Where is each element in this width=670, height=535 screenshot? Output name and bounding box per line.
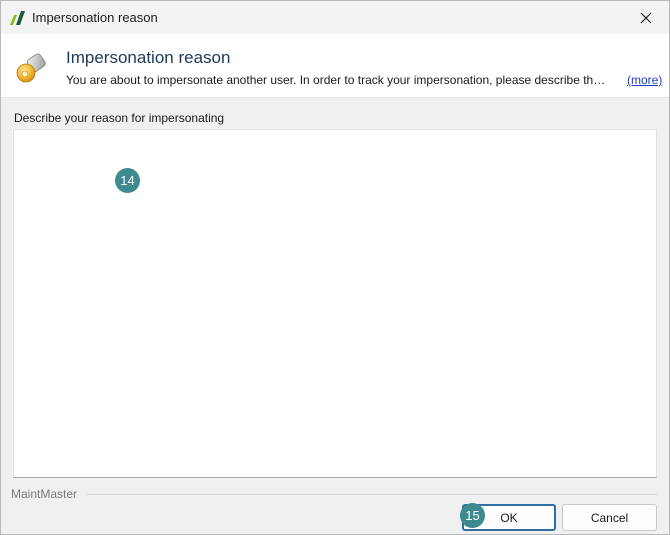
header-description: You are about to impersonate another use…: [66, 73, 606, 87]
title-bar: Impersonation reason: [1, 1, 669, 34]
reason-label: Describe your reason for impersonating: [14, 111, 225, 125]
reason-textarea[interactable]: [13, 129, 657, 478]
cancel-button[interactable]: Cancel: [562, 504, 657, 531]
header-panel: Impersonation reason You are about to im…: [1, 34, 669, 98]
close-button[interactable]: [623, 1, 669, 34]
impersonation-dialog: Impersonation reason Impersonation reaso…: [0, 0, 670, 535]
footer-brand: MaintMaster: [11, 487, 78, 501]
maintmaster-logo-icon: [9, 10, 27, 26]
close-icon: [640, 12, 652, 23]
key-icon: [14, 52, 48, 86]
header-title: Impersonation reason: [66, 48, 231, 67]
step-marker-14: 14: [115, 168, 140, 193]
window-title: Impersonation reason: [32, 10, 158, 25]
step-marker-15: 15: [460, 503, 485, 528]
more-link[interactable]: (more): [627, 73, 662, 87]
footer-divider: [87, 494, 657, 495]
